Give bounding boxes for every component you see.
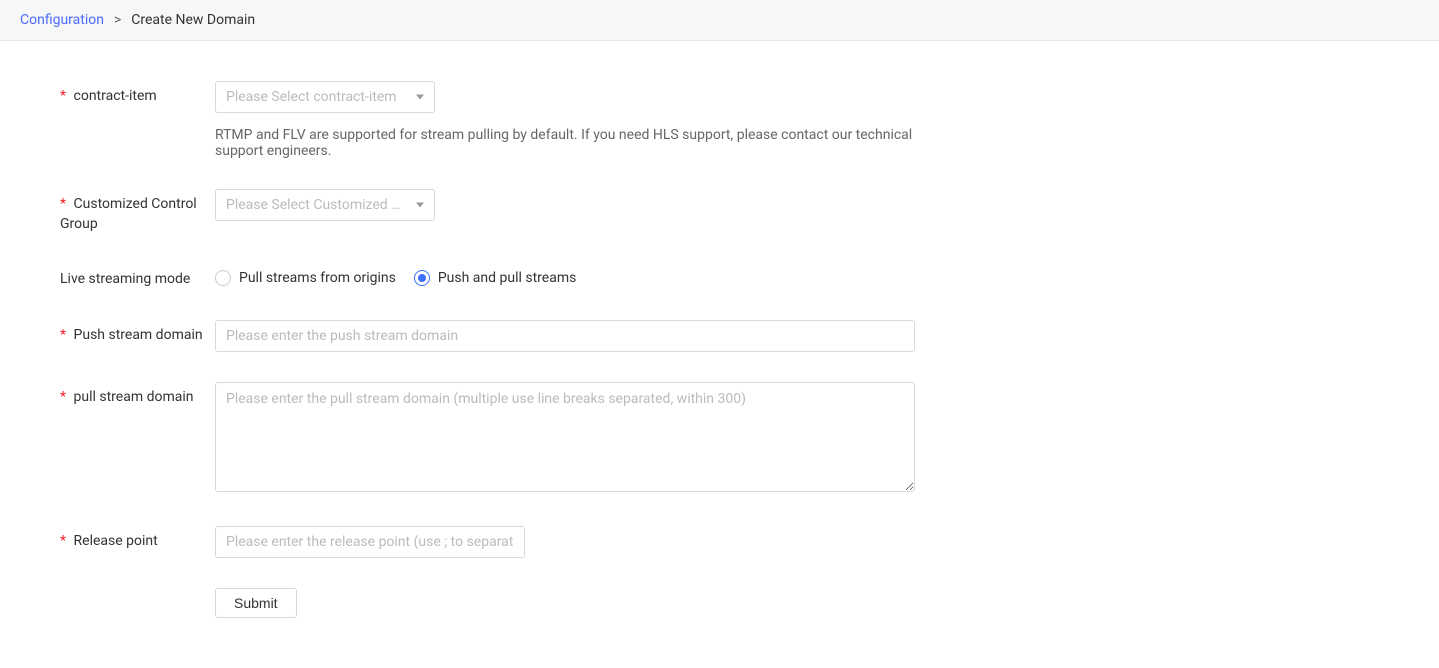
radio-pull-origins[interactable]: Pull streams from origins xyxy=(215,270,396,286)
control-group-select[interactable]: Please Select Customized Con... xyxy=(215,189,435,221)
release-point-label-text: Release point xyxy=(74,533,158,549)
submit-control: Submit xyxy=(215,588,915,618)
contract-item-control: Please Select contract-item RTMP and FLV… xyxy=(215,81,915,159)
push-domain-control xyxy=(215,320,915,352)
push-domain-input[interactable] xyxy=(215,320,915,352)
streaming-mode-label-text: Live streaming mode xyxy=(60,271,190,287)
pull-domain-textarea[interactable] xyxy=(215,382,915,492)
contract-item-helper: RTMP and FLV are supported for stream pu… xyxy=(215,127,915,159)
control-group-placeholder: Please Select Customized Con... xyxy=(226,197,404,213)
control-group-label: * Customized Control Group xyxy=(60,189,215,234)
required-icon: * xyxy=(60,327,66,343)
push-domain-label-text: Push stream domain xyxy=(74,327,203,343)
radio-icon xyxy=(215,270,231,286)
radio-push-pull[interactable]: Push and pull streams xyxy=(414,270,577,286)
push-domain-row: * Push stream domain xyxy=(60,320,1379,352)
create-domain-form: * contract-item Please Select contract-i… xyxy=(0,41,1439,668)
submit-row: Submit xyxy=(60,588,1379,618)
radio-pull-origins-label: Pull streams from origins xyxy=(239,270,396,286)
release-point-row: * Release point xyxy=(60,526,1379,558)
breadcrumb: Configuration > Create New Domain xyxy=(0,0,1439,41)
radio-dot-icon xyxy=(418,274,426,282)
pull-domain-control xyxy=(215,382,915,496)
contract-item-placeholder: Please Select contract-item xyxy=(226,89,404,105)
streaming-mode-radio-group: Pull streams from origins Push and pull … xyxy=(215,264,915,286)
control-group-label-text: Customized Control Group xyxy=(60,196,197,232)
required-icon: * xyxy=(60,533,66,549)
release-point-label: * Release point xyxy=(60,526,215,552)
required-icon: * xyxy=(60,88,66,104)
required-icon: * xyxy=(60,196,66,212)
required-icon: * xyxy=(60,389,66,405)
pull-domain-row: * pull stream domain xyxy=(60,382,1379,496)
pull-domain-label: * pull stream domain xyxy=(60,382,215,408)
radio-push-pull-label: Push and pull streams xyxy=(438,270,577,286)
chevron-down-icon xyxy=(416,95,424,100)
chevron-down-icon xyxy=(416,203,424,208)
breadcrumb-configuration-link[interactable]: Configuration xyxy=(20,12,104,28)
submit-spacer xyxy=(60,588,215,594)
release-point-input[interactable] xyxy=(215,526,525,558)
contract-item-label: * contract-item xyxy=(60,81,215,107)
contract-item-label-text: contract-item xyxy=(74,88,157,104)
radio-icon-selected xyxy=(414,270,430,286)
pull-domain-label-text: pull stream domain xyxy=(74,389,194,405)
control-group-row: * Customized Control Group Please Select… xyxy=(60,189,1379,234)
streaming-mode-control: Pull streams from origins Push and pull … xyxy=(215,264,915,286)
contract-item-row: * contract-item Please Select contract-i… xyxy=(60,81,1379,159)
contract-item-select[interactable]: Please Select contract-item xyxy=(215,81,435,113)
push-domain-label: * Push stream domain xyxy=(60,320,215,346)
breadcrumb-separator: > xyxy=(114,12,121,28)
streaming-mode-label: Live streaming mode xyxy=(60,264,215,290)
breadcrumb-current: Create New Domain xyxy=(131,12,255,28)
submit-button[interactable]: Submit xyxy=(215,588,297,618)
streaming-mode-row: Live streaming mode Pull streams from or… xyxy=(60,264,1379,290)
control-group-control: Please Select Customized Con... xyxy=(215,189,915,221)
release-point-control xyxy=(215,526,915,558)
